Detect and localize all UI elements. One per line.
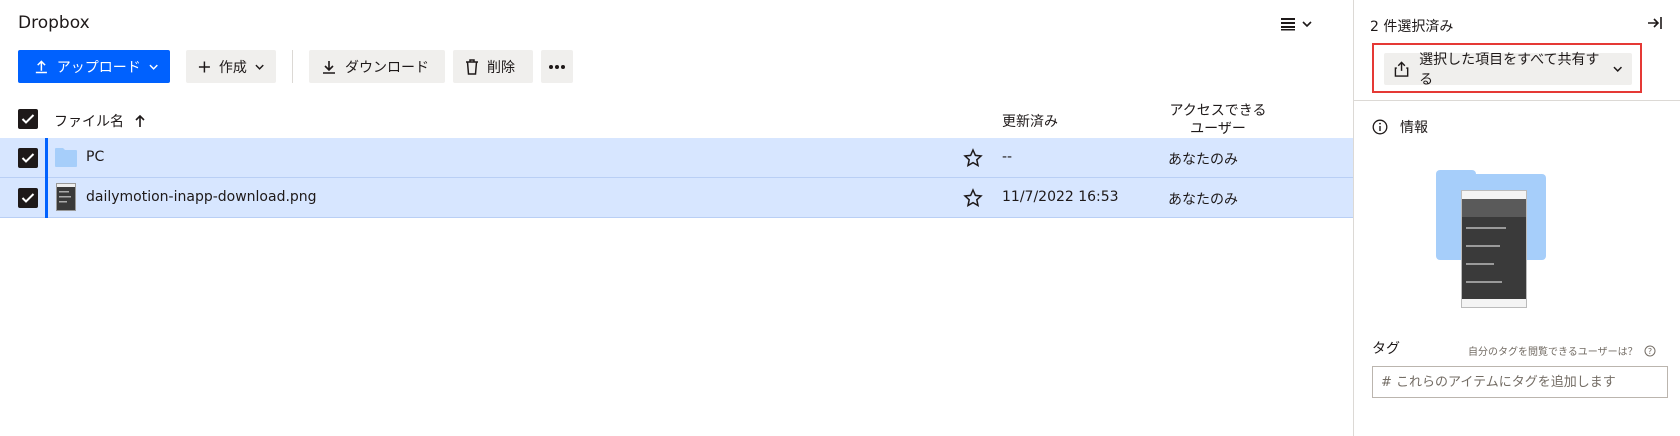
table-row[interactable]: dailymotion-inapp-download.png 11/7/2022… — [0, 178, 1353, 218]
trash-icon — [466, 58, 478, 75]
check-icon — [21, 153, 35, 163]
folder-icon — [55, 148, 77, 167]
details-sidebar: 2 件選択済み 選択した項目をすべて共有する 情報 タグ 自分のタグを閲覧できる — [1354, 0, 1680, 436]
plus-icon — [198, 61, 210, 72]
download-label: ダウンロード — [345, 59, 429, 76]
tags-label: タグ — [1372, 341, 1400, 357]
info-icon — [1372, 119, 1388, 135]
create-label: 作成 — [218, 59, 247, 76]
svg-text:?: ? — [1647, 347, 1651, 356]
access-header-line1: アクセスできる — [1169, 103, 1267, 119]
modified-value: -- — [1002, 149, 1013, 165]
delete-button[interactable]: 削除 — [453, 50, 533, 83]
info-section[interactable]: 情報 — [1372, 117, 1428, 137]
selection-preview — [1436, 170, 1546, 310]
share-label: 選択した項目をすべて共有する — [1419, 52, 1600, 88]
download-button[interactable]: ダウンロード — [309, 50, 445, 83]
list-view-icon — [1281, 18, 1295, 31]
chevron-down-icon — [1612, 66, 1622, 72]
table-header: ファイル名 更新済み アクセスできる ユーザー — [0, 100, 1353, 138]
upload-button[interactable]: アップロード — [18, 50, 170, 83]
star-icon[interactable] — [963, 188, 983, 208]
chevron-down-icon — [1302, 21, 1312, 28]
toolbar: アップロード 作成 ダウンロード 削除 — [18, 50, 573, 83]
select-all-checkbox[interactable] — [18, 109, 38, 129]
access-value: あなたのみ — [1168, 152, 1238, 168]
chevron-down-icon — [149, 64, 158, 70]
file-browser: Dropbox アップロード 作成 ダウンロード 削除 ファイル名 更新済み ア… — [0, 0, 1353, 436]
access-header-line2: ユーザー — [1190, 121, 1246, 137]
tag-input[interactable] — [1372, 366, 1668, 398]
chevron-down-icon — [255, 64, 264, 70]
share-icon — [1394, 61, 1409, 77]
collapse-sidebar-icon[interactable] — [1646, 14, 1664, 32]
delete-label: 削除 — [487, 59, 515, 76]
view-options-button[interactable] — [1280, 14, 1320, 34]
access-column-header[interactable]: アクセスできる ユーザー — [1168, 102, 1268, 138]
table-row[interactable]: PC -- あなたのみ — [0, 138, 1353, 178]
modified-column-header[interactable]: 更新済み — [1002, 111, 1058, 131]
toolbar-divider — [292, 50, 293, 83]
sort-ascending-icon — [135, 114, 145, 127]
check-icon — [21, 193, 35, 203]
image-preview — [1461, 190, 1527, 308]
star-icon[interactable] — [963, 148, 983, 168]
upload-label: アップロード — [56, 59, 141, 76]
file-name[interactable]: PC — [86, 149, 104, 165]
row-checkbox[interactable] — [18, 188, 38, 208]
tags-hint-text: 自分のタグを閲覧できるユーザーは？ — [1468, 347, 1638, 358]
check-icon — [21, 114, 35, 124]
share-highlight: 選択した項目をすべて共有する — [1372, 43, 1642, 93]
file-name[interactable]: dailymotion-inapp-download.png — [86, 189, 317, 205]
row-checkbox[interactable] — [18, 148, 38, 168]
more-icon — [549, 64, 565, 69]
tags-help-link[interactable]: 自分のタグを閲覧できるユーザーは？ ? — [1468, 343, 1656, 358]
selection-count: 2 件選択済み — [1370, 19, 1454, 35]
share-all-button[interactable]: 選択した項目をすべて共有する — [1384, 52, 1632, 88]
sidebar-header: 2 件選択済み 選択した項目をすべて共有する — [1354, 0, 1680, 101]
name-header-label: ファイル名 — [54, 114, 124, 130]
more-actions-button[interactable] — [541, 50, 573, 83]
modified-value: 11/7/2022 16:53 — [1002, 189, 1119, 205]
download-icon — [323, 60, 335, 74]
name-column-header[interactable]: ファイル名 — [54, 111, 146, 131]
image-thumbnail-icon — [56, 183, 76, 211]
access-value: あなたのみ — [1168, 192, 1238, 208]
page-title: Dropbox — [18, 13, 90, 33]
help-icon: ? — [1644, 345, 1656, 356]
info-label: 情報 — [1400, 120, 1428, 136]
upload-icon — [35, 59, 47, 73]
create-button[interactable]: 作成 — [186, 50, 276, 83]
